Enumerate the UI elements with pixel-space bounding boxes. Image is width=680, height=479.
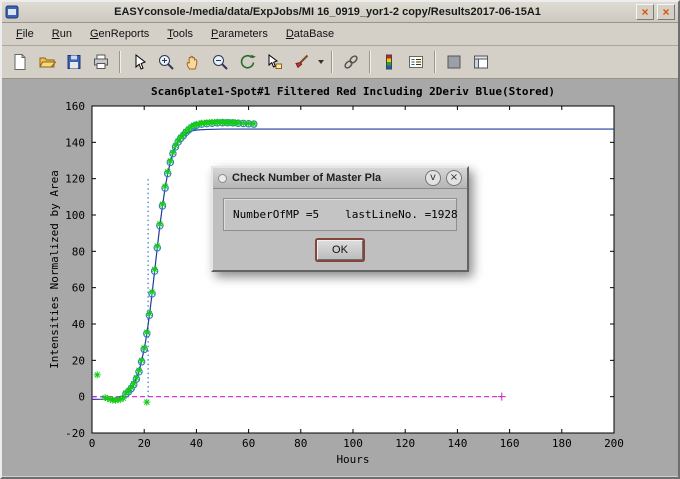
save-figure-button[interactable]: [61, 49, 87, 75]
menu-file[interactable]: File: [8, 25, 42, 43]
dialog-check-number-of-master-plates: Check Number of Master Pla v × NumberOfM…: [211, 166, 469, 272]
brush-button[interactable]: [288, 49, 314, 75]
new-figure-button[interactable]: [7, 49, 33, 75]
link-plot-icon: [342, 53, 360, 71]
toolbar-separator: [434, 51, 436, 73]
show-plot-tools-icon: [472, 53, 490, 71]
minimize-button[interactable]: ×: [636, 4, 654, 20]
brush-icon: [292, 53, 310, 71]
svg-text:40: 40: [72, 318, 85, 331]
menu-tools[interactable]: Tools: [159, 25, 201, 43]
toolbar-separator: [369, 51, 371, 73]
dialog-message: NumberOfMP =5 lastLineNo. =1928: [223, 198, 457, 231]
close-button[interactable]: ×: [657, 4, 675, 20]
toolbar-separator: [119, 51, 121, 73]
svg-text:100: 100: [65, 209, 85, 222]
chevron-down-icon: [318, 60, 324, 64]
svg-text:Intensities Normalized by Area: Intensities Normalized by Area: [48, 170, 61, 369]
insert-legend-button[interactable]: [403, 49, 429, 75]
open-file-button[interactable]: [34, 49, 60, 75]
insert-legend-icon: [407, 53, 425, 71]
svg-text:80: 80: [294, 437, 307, 450]
menu-database[interactable]: DataBase: [278, 25, 342, 43]
dialog-title: Check Number of Master Pla: [232, 172, 420, 184]
zoom-in-button[interactable]: [153, 49, 179, 75]
svg-text:80: 80: [72, 245, 85, 258]
rotate-3d-button[interactable]: [234, 49, 260, 75]
pan-button[interactable]: [180, 49, 206, 75]
show-plot-tools-button[interactable]: [468, 49, 494, 75]
figure-canvas[interactable]: 0 20 40 60 80 100 120 140 160 180 200 -20 0 20 40 60 80 1…: [2, 79, 678, 476]
data-cursor-button[interactable]: [261, 49, 287, 75]
svg-text:20: 20: [72, 354, 85, 367]
svg-text:180: 180: [552, 437, 572, 450]
save-figure-icon: [65, 53, 83, 71]
dialog-message-left: NumberOfMP =5: [233, 208, 319, 221]
svg-text:60: 60: [242, 437, 255, 450]
svg-text:140: 140: [65, 136, 85, 149]
svg-text:-20: -20: [65, 427, 85, 440]
dialog-body: NumberOfMP =5 lastLineNo. =1928 OK: [213, 189, 467, 270]
svg-text:Hours: Hours: [336, 453, 369, 466]
data-cursor-icon: [265, 53, 283, 71]
svg-text:20: 20: [138, 437, 151, 450]
dialog-collapse-button[interactable]: v: [425, 170, 441, 186]
dialog-message-right: lastLineNo. =1928: [345, 208, 458, 221]
insert-colorbar-button[interactable]: [376, 49, 402, 75]
edit-plot-arrow-icon: [130, 53, 148, 71]
pan-hand-icon: [184, 53, 202, 71]
menu-run[interactable]: Run: [44, 25, 80, 43]
svg-text:40: 40: [190, 437, 203, 450]
edit-plot-button[interactable]: [126, 49, 152, 75]
svg-text:Scan6plate1-Spot#1 Filtered Re: Scan6plate1-Spot#1 Filtered Red Includin…: [151, 85, 555, 98]
zoom-in-icon: [157, 53, 175, 71]
menu-parameters[interactable]: Parameters: [203, 25, 276, 43]
titlebar: EASYconsole-/media/data/ExpJobs/MI 16_09…: [2, 2, 678, 23]
svg-text:160: 160: [65, 100, 85, 113]
dialog-titlebar[interactable]: Check Number of Master Pla v ×: [213, 168, 467, 189]
open-file-icon: [38, 53, 56, 71]
menubar: File Run GenReports Tools Parameters Dat…: [2, 23, 678, 46]
hide-plot-tools-icon: [445, 53, 463, 71]
svg-text:0: 0: [89, 437, 96, 450]
zoom-out-icon: [211, 53, 229, 71]
window-buttons: × ×: [636, 4, 675, 20]
svg-text:0: 0: [78, 391, 85, 404]
hide-plot-tools-button[interactable]: [441, 49, 467, 75]
print-button[interactable]: [88, 49, 114, 75]
svg-text:60: 60: [72, 282, 85, 295]
link-plot-button[interactable]: [338, 49, 364, 75]
insert-colorbar-icon: [380, 53, 398, 71]
print-icon: [92, 53, 110, 71]
figure-area: 0 20 40 60 80 100 120 140 160 180 200 -20 0 20 40 60 80 1…: [2, 79, 678, 476]
app-window: EASYconsole-/media/data/ExpJobs/MI 16_09…: [0, 0, 680, 479]
window-title: EASYconsole-/media/data/ExpJobs/MI 16_09…: [23, 6, 632, 18]
svg-text:200: 200: [604, 437, 624, 450]
svg-text:120: 120: [65, 173, 85, 186]
brush-menu-caret[interactable]: [315, 49, 326, 75]
zoom-out-button[interactable]: [207, 49, 233, 75]
dialog-close-button[interactable]: ×: [446, 170, 462, 186]
ok-button[interactable]: OK: [317, 240, 363, 260]
window-icon: [5, 5, 19, 19]
dialog-app-icon: [218, 174, 227, 183]
svg-text:100: 100: [343, 437, 363, 450]
svg-text:140: 140: [447, 437, 467, 450]
new-figure-icon: [11, 53, 29, 71]
rotate-3d-icon: [238, 53, 256, 71]
menu-genreports[interactable]: GenReports: [82, 25, 157, 43]
toolbar-separator: [331, 51, 333, 73]
svg-text:160: 160: [500, 437, 520, 450]
toolbar: [2, 46, 678, 79]
svg-text:120: 120: [395, 437, 415, 450]
